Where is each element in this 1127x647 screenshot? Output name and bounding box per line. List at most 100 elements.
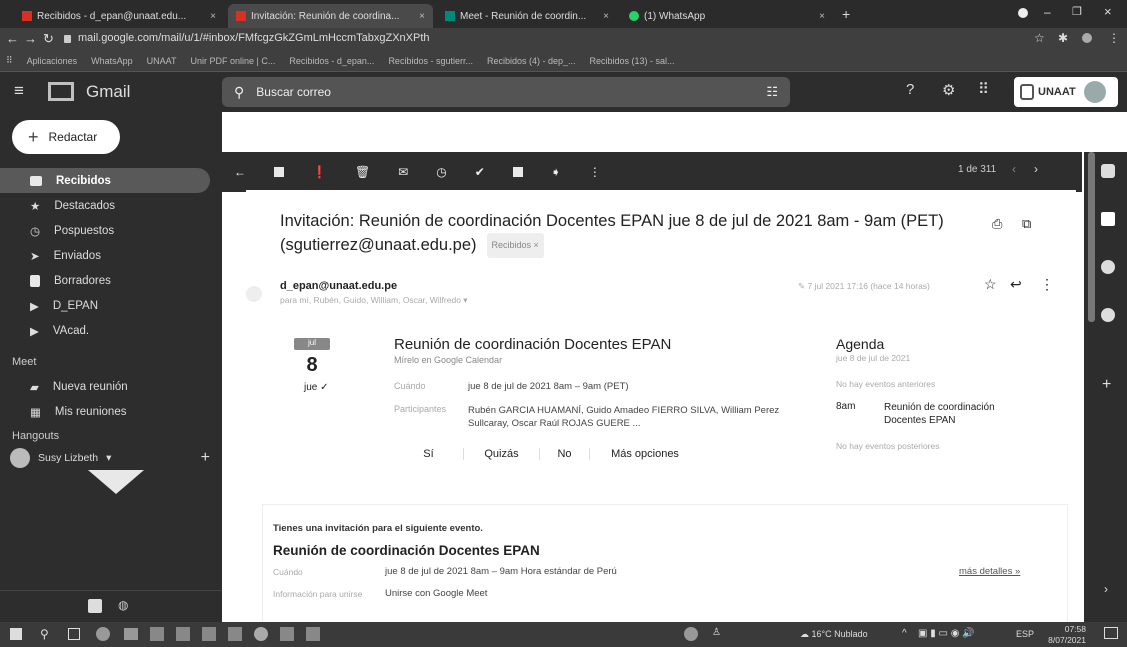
task-view-icon[interactable] — [68, 628, 80, 640]
sidebar-item-snoozed[interactable]: ◷ Pospuestos — [0, 218, 210, 243]
chevron-down-icon[interactable]: ▾ — [106, 452, 111, 464]
search-icon[interactable]: ⚲ — [234, 84, 244, 101]
sidebar-item-d-epan[interactable]: ▶ D_EPAN — [0, 293, 210, 318]
search-input[interactable]: Buscar correo — [256, 85, 331, 99]
avatar[interactable] — [1083, 81, 1106, 103]
apps-grid-icon[interactable]: ⠿ — [978, 80, 989, 98]
back-icon[interactable]: ← — [6, 31, 19, 46]
bookmark-item[interactable]: Recibidos (4) - dep_... — [487, 56, 576, 66]
rsvp-maybe-button[interactable]: Quizás — [464, 448, 540, 460]
bookmark-item[interactable]: Unir PDF online | C... — [191, 56, 276, 66]
sidebar-item-drafts[interactable]: Borradores — [0, 268, 210, 293]
contacts-icon[interactable] — [88, 599, 102, 613]
minimize-icon[interactable]: – — [1044, 5, 1051, 19]
weather-widget[interactable]: ☁ 16°C Nublado — [800, 629, 868, 640]
profile-icon[interactable] — [1082, 33, 1092, 43]
open-new-window-icon[interactable]: ⧉ — [1022, 216, 1031, 232]
contacts-app-icon[interactable] — [1101, 308, 1115, 322]
bookmark-item[interactable]: Recibidos - d_epan... — [289, 56, 374, 66]
bookmark-item[interactable]: Aplicaciones — [27, 56, 78, 66]
url-field[interactable]: mail.google.com/mail/u/1/#inbox/FMfcgzGk… — [78, 32, 638, 44]
file-explorer-icon[interactable] — [124, 628, 138, 640]
participants-value[interactable]: Rubén GARCIA HUAMANÍ, Guido Amadeo FIERR… — [468, 404, 798, 430]
keep-app-icon[interactable] — [1101, 212, 1115, 226]
print-icon[interactable]: ⎙ — [992, 216, 1002, 232]
forward-icon[interactable]: → — [24, 31, 37, 46]
bookmark-item[interactable]: UNAAT — [147, 56, 177, 66]
language-indicator[interactable]: ESP — [1016, 629, 1034, 639]
labels-icon[interactable]: ➧ — [551, 165, 561, 179]
snooze-icon[interactable]: ◷ — [436, 165, 446, 179]
chevron-down-icon[interactable]: ▾ — [463, 295, 467, 305]
move-to-icon[interactable] — [512, 167, 523, 177]
archive-icon[interactable] — [274, 167, 284, 177]
notifications-icon[interactable] — [1104, 627, 1118, 639]
profile-dot-icon[interactable] — [1018, 8, 1028, 18]
browser-menu-icon[interactable]: ⋮ — [1108, 31, 1120, 45]
clock[interactable]: 07:58 8/07/2021 — [1042, 624, 1086, 646]
new-tab-button[interactable]: + — [842, 6, 850, 22]
compose-button[interactable]: + Redactar — [12, 120, 120, 154]
close-window-icon[interactable]: × — [1104, 4, 1112, 19]
bookmark-item[interactable]: WhatsApp — [91, 56, 133, 66]
bookmark-item[interactable]: Recibidos - sgutierr... — [388, 56, 473, 66]
more-actions-icon[interactable]: ⋮ — [1040, 276, 1054, 293]
tray-chevron-icon[interactable]: ^ — [902, 628, 907, 639]
store-icon[interactable] — [150, 627, 164, 641]
add-hangout-icon[interactable]: + — [201, 449, 210, 467]
sender-address[interactable]: d_epan@unaat.edu.pe — [280, 280, 397, 292]
rsvp-yes-button[interactable]: Sí — [394, 448, 464, 460]
close-tab-icon[interactable]: × — [603, 11, 609, 22]
excel-icon[interactable] — [280, 627, 294, 641]
calendar-app-icon[interactable] — [1101, 164, 1115, 178]
my-meetings-button[interactable]: ▦ Mis reuniones — [0, 399, 210, 424]
reload-icon[interactable]: ↻ — [43, 31, 54, 47]
chat-icon[interactable]: ◍ — [118, 598, 128, 612]
sidebar-item-starred[interactable]: ★ Destacados — [0, 193, 210, 218]
scrollbar[interactable] — [1088, 152, 1095, 322]
maximize-icon[interactable]: ❐ — [1072, 5, 1082, 18]
older-icon[interactable]: › — [1034, 162, 1038, 176]
close-tab-icon[interactable]: × — [819, 11, 825, 22]
word-icon[interactable] — [228, 627, 242, 641]
star-icon[interactable]: ☆ — [984, 276, 997, 293]
get-addons-icon[interactable]: + — [1102, 376, 1111, 394]
browser-tab[interactable]: Meet - Reunión de coordin... × — [437, 4, 617, 28]
extensions-icon[interactable]: ✱ — [1058, 31, 1068, 45]
mark-unread-icon[interactable]: ✉ — [398, 165, 408, 179]
bookmark-star-icon[interactable]: ☆ — [1034, 31, 1045, 45]
mail-icon[interactable] — [176, 627, 190, 641]
gmail-logo-icon[interactable] — [48, 82, 74, 101]
chrome-icon[interactable] — [254, 627, 268, 641]
recipients-line[interactable]: para mí, Rubén, Guido, William, Oscar, W… — [280, 295, 468, 306]
account-switcher[interactable]: UNAAT — [1014, 77, 1118, 107]
add-task-icon[interactable]: ✔ — [475, 165, 485, 179]
tasks-app-icon[interactable] — [1101, 260, 1115, 274]
close-tab-icon[interactable]: × — [419, 11, 425, 22]
sidebar-item-vacad[interactable]: ▶ VAcad. — [0, 318, 210, 343]
settings-gear-icon[interactable]: ⚙ — [942, 81, 955, 99]
sidebar-item-inbox[interactable]: Recibidos — [0, 168, 210, 193]
report-spam-icon[interactable]: ❗ — [312, 165, 327, 179]
search-bar[interactable]: ⚲ Buscar correo ☷ — [222, 77, 790, 107]
search-options-icon[interactable]: ☷ — [766, 84, 778, 100]
windows-start-icon[interactable] — [10, 628, 22, 640]
label-chip[interactable]: Recibidos × — [486, 233, 544, 258]
search-icon[interactable]: ⚲ — [40, 627, 49, 641]
tray-icons[interactable]: ▣ ▮ ▭ ◉ 🔊 — [918, 628, 975, 639]
gmail-logo-text[interactable]: Gmail — [86, 82, 130, 102]
browser-tab-active[interactable]: Invitación: Reunión de coordina... × — [228, 4, 433, 28]
apps-grid-icon[interactable]: ⠿ — [6, 55, 13, 66]
join-meet-link[interactable]: Unirse con Google Meet — [385, 588, 487, 599]
browser-tab[interactable]: (1) WhatsApp × — [621, 4, 833, 28]
rsvp-no-button[interactable]: No — [540, 448, 590, 460]
help-icon[interactable]: ? — [906, 81, 914, 98]
avatar[interactable] — [246, 286, 262, 302]
agenda-event[interactable]: Reunión de coordinación Docentes EPAN — [884, 401, 1034, 427]
main-menu-icon[interactable]: ≡ — [14, 81, 24, 101]
more-options-icon[interactable]: ⋮ — [589, 165, 601, 179]
close-tab-icon[interactable]: × — [210, 11, 216, 22]
delete-icon[interactable]: 🗑 — [355, 165, 370, 179]
event-title[interactable]: Reunión de coordinación Docentes EPAN — [394, 336, 671, 353]
new-meeting-button[interactable]: ▰ Nueva reunión — [0, 374, 210, 399]
